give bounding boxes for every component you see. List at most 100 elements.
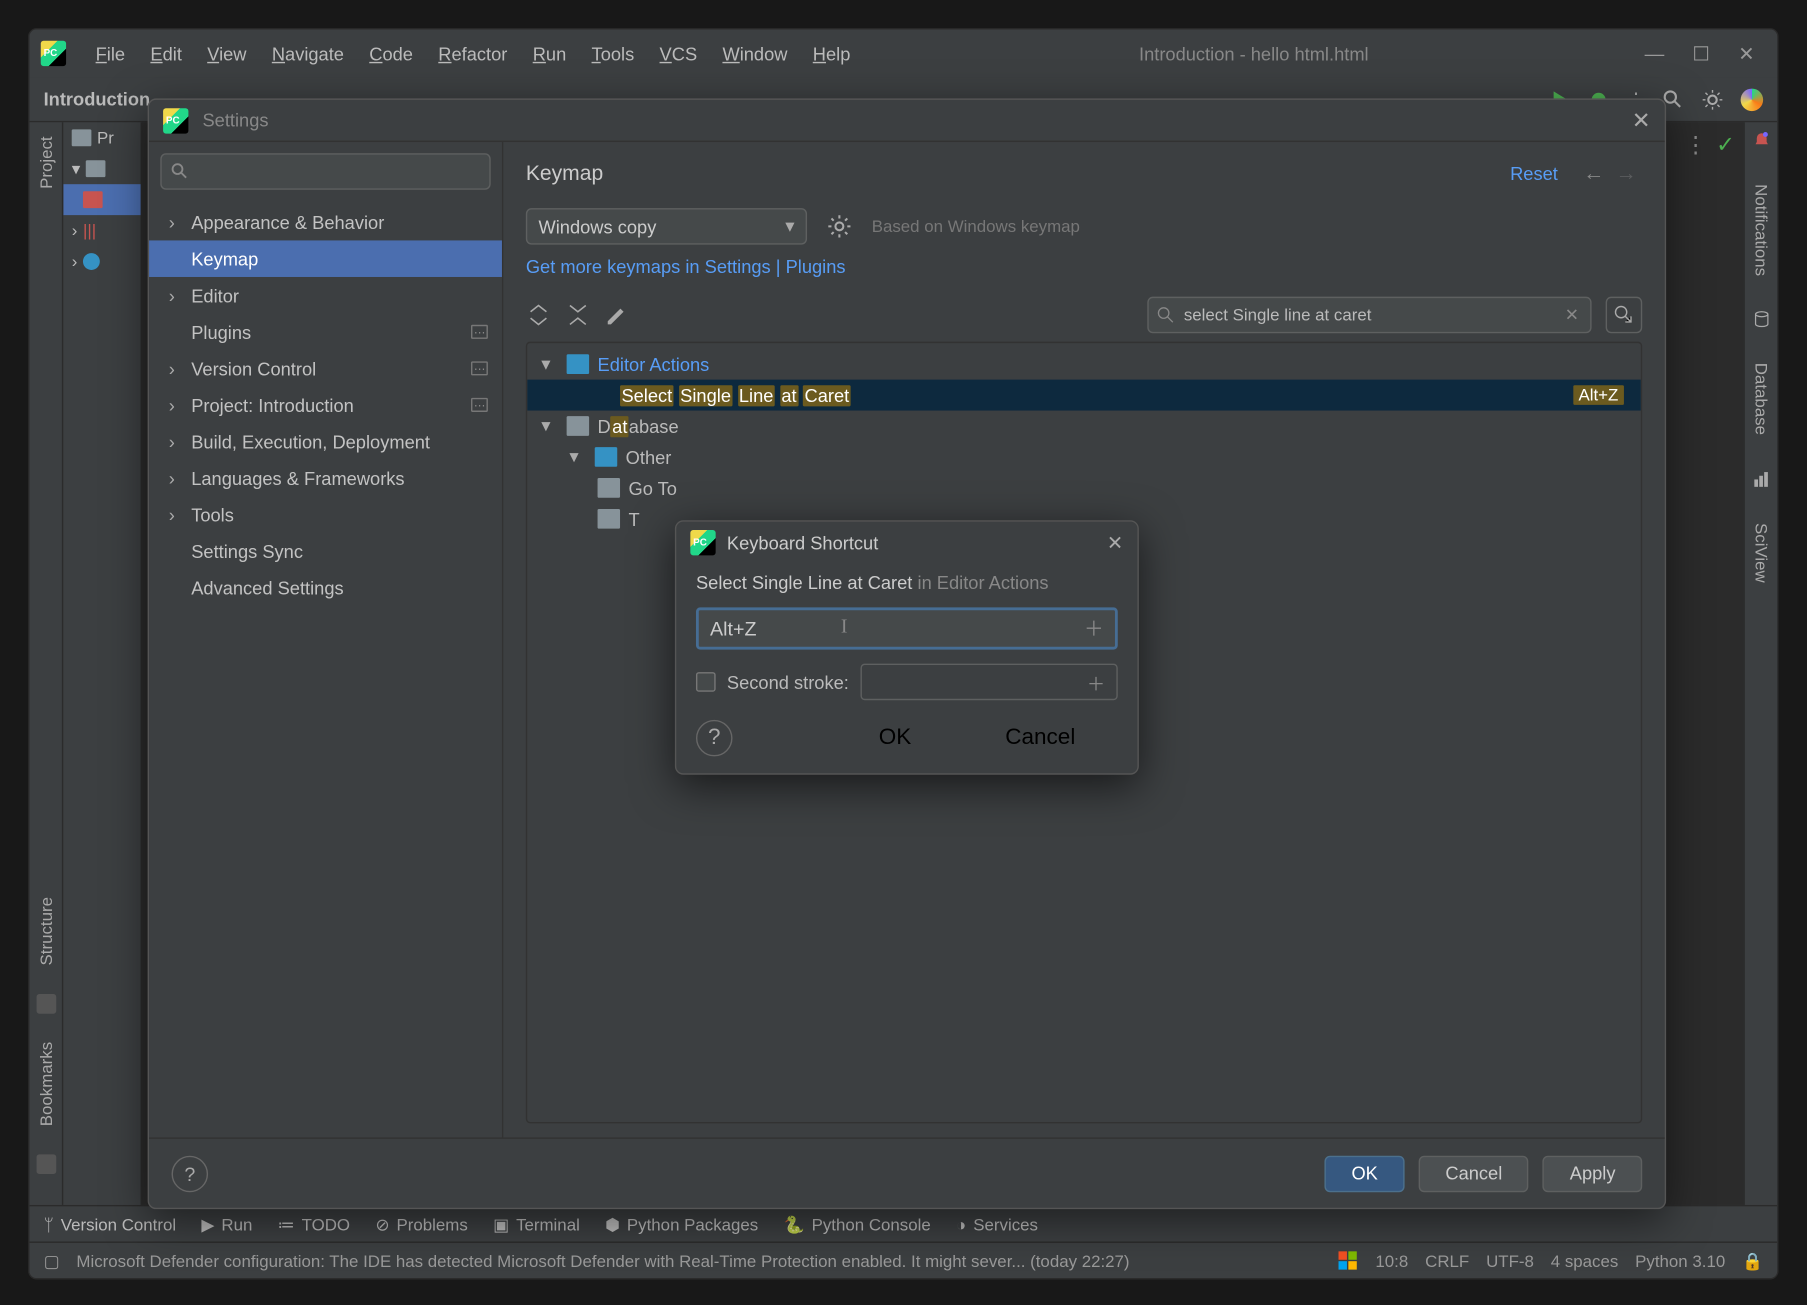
bookmarks-tool-button[interactable]: Bookmarks: [36, 1036, 56, 1132]
close-icon[interactable]: ✕: [1738, 41, 1754, 65]
add-shortcut-icon[interactable]: ＋: [1084, 614, 1104, 642]
settings-node-keymap[interactable]: Keymap: [149, 240, 502, 277]
settings-tree[interactable]: ›Appearance & Behavior Keymap ›Editor Pl…: [149, 198, 502, 1137]
menu-refactor[interactable]: Refactor: [426, 37, 520, 69]
menu-navigate[interactable]: Navigate: [259, 37, 356, 69]
tree-node-select-single-line[interactable]: Select Single Line at Caret Alt+Z: [527, 380, 1641, 411]
structure-tool-button[interactable]: Structure: [36, 892, 56, 972]
tree-node-database[interactable]: ▾ Database: [527, 411, 1641, 442]
open-tab-name[interactable]: Introduction: [44, 89, 151, 110]
menu-code[interactable]: Code: [357, 37, 426, 69]
version-control-tool-button[interactable]: ᛘVersion Control: [44, 1214, 177, 1234]
find-actions-by-shortcut-button[interactable]: [1606, 297, 1643, 334]
sciview-icon[interactable]: [1751, 469, 1771, 489]
settings-node-appearance[interactable]: ›Appearance & Behavior: [149, 204, 502, 241]
menu-edit[interactable]: Edit: [138, 37, 195, 69]
python-console-tool-button[interactable]: 🐍Python Console: [784, 1214, 931, 1234]
notifications-tool-button[interactable]: Notifications: [1751, 179, 1771, 282]
first-stroke-input[interactable]: Alt+Z I ＋: [696, 607, 1118, 649]
get-more-keymaps-link[interactable]: Get more keymaps in Settings | Plugins: [526, 256, 1642, 277]
menu-window[interactable]: Window: [710, 37, 800, 69]
settings-gear-icon[interactable]: [1701, 88, 1723, 110]
status-line-separator[interactable]: CRLF: [1425, 1251, 1469, 1271]
status-interpreter[interactable]: Python 3.10: [1635, 1251, 1725, 1271]
settings-node-settings-sync[interactable]: Settings Sync: [149, 533, 502, 570]
clear-search-icon[interactable]: ✕: [1562, 305, 1582, 325]
status-bar: ▢ Microsoft Defender configuration: The …: [30, 1241, 1778, 1278]
jetbrains-toolbox-icon[interactable]: [1741, 88, 1763, 110]
menu-run[interactable]: Run: [520, 37, 579, 69]
based-on-hint: Based on Windows keymap: [872, 217, 1080, 237]
status-caret[interactable]: 10:8: [1375, 1251, 1408, 1271]
forward-arrow-icon[interactable]: →: [1615, 162, 1636, 186]
apply-button[interactable]: Apply: [1543, 1155, 1642, 1192]
project-row[interactable]: › |||: [63, 215, 140, 246]
project-row[interactable]: Pr: [63, 122, 140, 153]
settings-node-plugins[interactable]: Plugins: [149, 314, 502, 351]
reset-link[interactable]: Reset: [1510, 163, 1558, 184]
project-row[interactable]: ›: [63, 246, 140, 277]
run-tool-button[interactable]: ▶Run: [201, 1214, 252, 1234]
page-title: Keymap: [526, 162, 603, 186]
problems-tool-button[interactable]: ⊘Problems: [375, 1214, 467, 1234]
packages-icon: ⬢: [605, 1214, 620, 1234]
help-button[interactable]: ?: [172, 1155, 209, 1192]
menu-help[interactable]: Help: [800, 37, 863, 69]
status-message[interactable]: Microsoft Defender configuration: The ID…: [76, 1251, 1129, 1271]
editor-more-icon[interactable]: ⋮: [1684, 131, 1706, 159]
sciview-tool-button[interactable]: SciView: [1751, 517, 1771, 588]
database-tool-button[interactable]: Database: [1751, 358, 1771, 441]
edit-pencil-icon[interactable]: [605, 302, 630, 327]
close-icon[interactable]: ✕: [1107, 531, 1123, 555]
database-icon[interactable]: [1751, 310, 1771, 330]
collapse-all-icon[interactable]: [565, 302, 590, 327]
settings-node-advanced[interactable]: Advanced Settings: [149, 569, 502, 606]
cancel-button[interactable]: Cancel: [1005, 725, 1117, 750]
settings-node-version-control[interactable]: ›Version Control: [149, 350, 502, 387]
settings-node-build[interactable]: ›Build, Execution, Deployment: [149, 423, 502, 460]
inspection-ok-icon[interactable]: ✓: [1716, 131, 1735, 159]
folder-icon: [567, 416, 589, 436]
settings-node-project[interactable]: ›Project: Introduction: [149, 387, 502, 424]
maximize-icon[interactable]: ☐: [1692, 41, 1710, 65]
expand-all-icon[interactable]: [526, 302, 551, 327]
cancel-button[interactable]: Cancel: [1419, 1155, 1529, 1192]
status-encoding[interactable]: UTF-8: [1486, 1251, 1534, 1271]
project-row[interactable]: ▾: [63, 153, 140, 184]
ok-button[interactable]: OK: [879, 725, 991, 750]
menu-vcs[interactable]: VCS: [647, 37, 710, 69]
notifications-bell-icon[interactable]: [1751, 131, 1771, 151]
menu-file[interactable]: File: [83, 37, 138, 69]
terminal-tool-button[interactable]: ▣Terminal: [493, 1214, 580, 1234]
tree-node-other[interactable]: ▾ Other: [527, 441, 1641, 472]
status-indent[interactable]: 4 spaces: [1551, 1251, 1619, 1271]
settings-node-editor[interactable]: ›Editor: [149, 277, 502, 314]
second-stroke-checkbox[interactable]: [696, 672, 716, 692]
keymap-search-input[interactable]: select Single line at caret ✕: [1147, 297, 1591, 334]
ok-button[interactable]: OK: [1325, 1155, 1405, 1192]
menu-view[interactable]: View: [195, 37, 260, 69]
gear-icon[interactable]: [827, 214, 852, 239]
status-tool-window-icon[interactable]: ▢: [44, 1251, 60, 1271]
main-menu[interactable]: File Edit View Navigate Code Refactor Ru…: [83, 37, 863, 69]
menu-tools[interactable]: Tools: [579, 37, 647, 69]
python-packages-tool-button[interactable]: ⬢Python Packages: [605, 1214, 758, 1234]
project-row[interactable]: [63, 184, 140, 215]
project-tool-button[interactable]: Project: [36, 131, 56, 195]
services-tool-button[interactable]: ◑Services: [956, 1214, 1038, 1234]
minimize-icon[interactable]: —: [1645, 41, 1665, 65]
help-button[interactable]: ?: [696, 720, 733, 757]
status-lock-icon[interactable]: 🔒: [1742, 1251, 1763, 1271]
todo-tool-button[interactable]: ≔TODO: [278, 1214, 350, 1234]
close-icon[interactable]: ✕: [1632, 106, 1651, 134]
tree-node-goto[interactable]: Go To: [527, 472, 1641, 503]
back-arrow-icon[interactable]: ←: [1583, 162, 1604, 186]
settings-node-languages[interactable]: ›Languages & Frameworks: [149, 460, 502, 497]
warning-icon: ⊘: [375, 1214, 389, 1234]
settings-search-input[interactable]: [160, 153, 490, 190]
keymap-selector[interactable]: Windows copy: [526, 208, 807, 245]
tree-node-editor-actions[interactable]: ▾ Editor Actions: [527, 349, 1641, 380]
add-shortcut-icon[interactable]: ＋: [1087, 669, 1105, 696]
settings-node-tools[interactable]: ›Tools: [149, 496, 502, 533]
second-stroke-input[interactable]: ＋: [860, 664, 1118, 701]
